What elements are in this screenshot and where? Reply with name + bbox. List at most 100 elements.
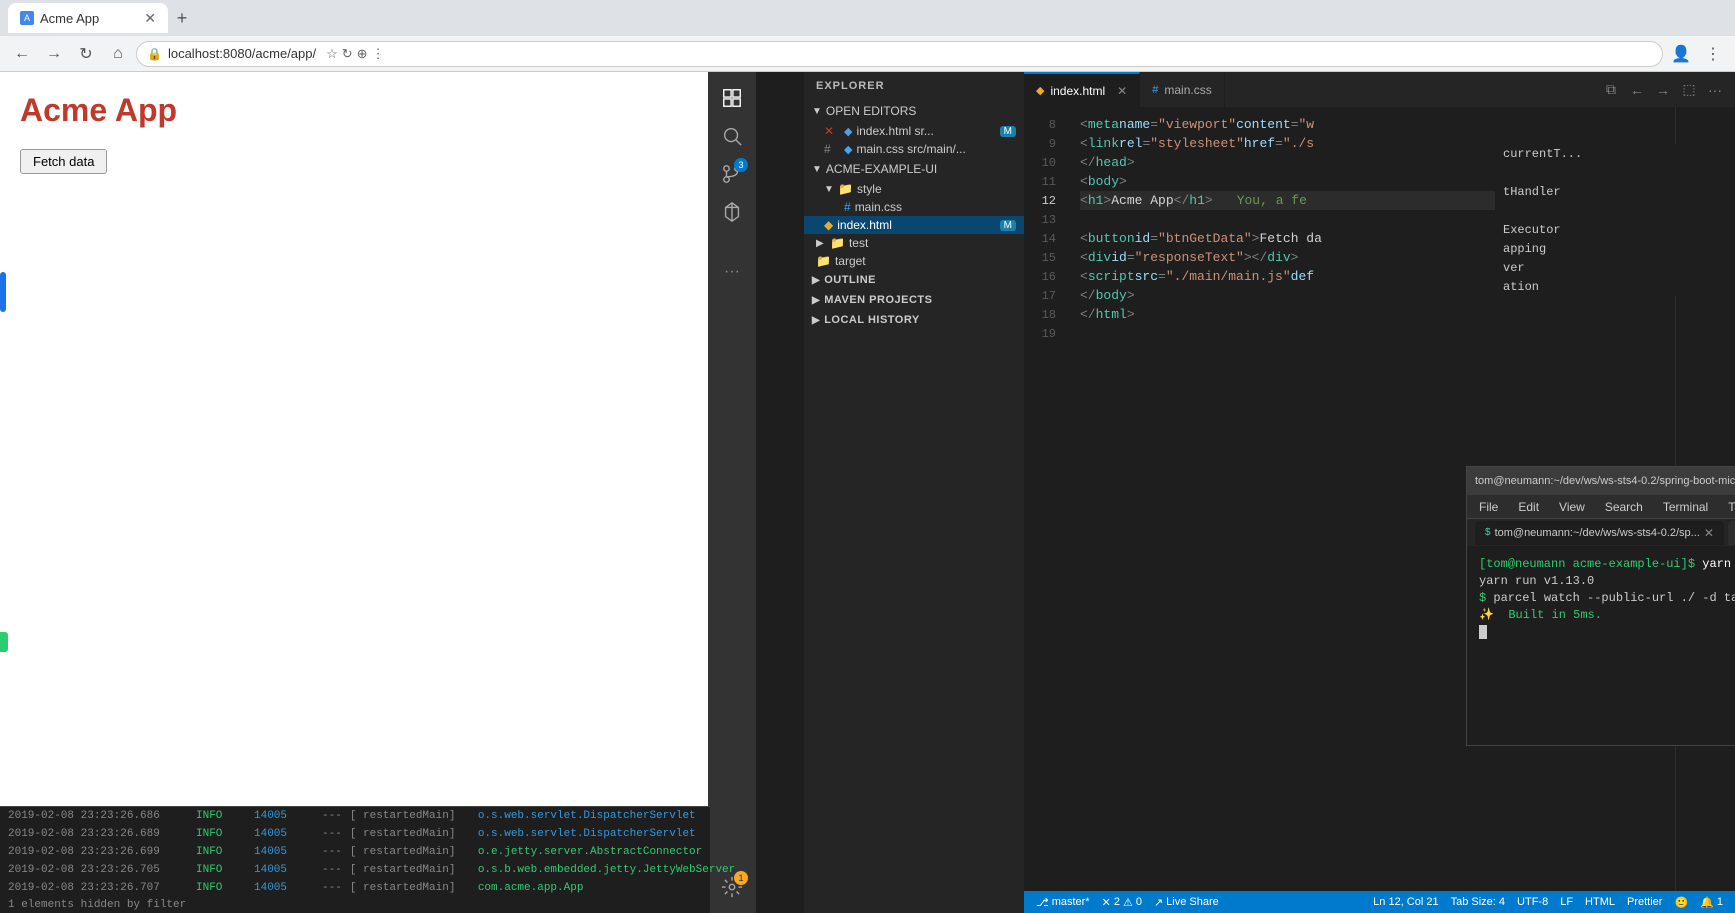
terminal-terminal-menu[interactable]: Terminal	[1659, 500, 1712, 514]
maven-section[interactable]: ▶ MAVEN PROJECTS	[804, 290, 1024, 310]
language-mode[interactable]: HTML	[1581, 896, 1619, 909]
menu-icon[interactable]: ⋮	[372, 46, 385, 62]
file-index-html[interactable]: ◆ index.html M	[804, 216, 1024, 234]
navigate-forward-icon[interactable]: →	[1651, 78, 1675, 102]
folder-name: test	[849, 236, 868, 250]
terminal-view-menu[interactable]: View	[1555, 500, 1589, 514]
new-tab-button[interactable]: +	[168, 4, 196, 32]
terminal-tab-close[interactable]: ✕	[1704, 526, 1714, 540]
open-file-main-css[interactable]: # ◆ main.css src/main/...	[804, 140, 1024, 158]
editor-tab-main-css[interactable]: # main.css	[1140, 72, 1224, 107]
log-thread: [ restartedMain]	[350, 882, 470, 894]
terminal-tab-label: tom@neumann:~/dev/ws/ws-sts4-0.2/sp...	[1495, 527, 1700, 539]
line-num-15: 15	[1024, 248, 1064, 267]
code-line-18: </html>	[1080, 305, 1675, 324]
refresh-icon[interactable]: ↻	[342, 46, 353, 62]
lock-icon: 🔒	[147, 47, 162, 61]
folder-icon: 📁	[838, 182, 853, 196]
split-horizontal-icon[interactable]: ⬚	[1677, 78, 1701, 102]
log-timestamp: 2019-02-08 23:23:26.707	[8, 882, 188, 894]
navigate-back-icon[interactable]: ←	[1625, 78, 1649, 102]
terminal-file-menu[interactable]: File	[1475, 500, 1502, 514]
smiley-icon[interactable]: 🙂	[1670, 896, 1692, 909]
editor-toolbar: ⧉ ← → ⬚ ···	[1599, 78, 1735, 102]
line-numbers: 8 9 10 11 12 13 14 15 16 17 18	[1024, 107, 1064, 891]
log-class: o.s.web.servlet.DispatcherServlet	[478, 828, 696, 840]
open-file-index-html[interactable]: ✕ ◆ index.html sr... M	[804, 122, 1024, 140]
terminal-edit-menu[interactable]: Edit	[1514, 500, 1543, 514]
log-timestamp: 2019-02-08 23:23:26.686	[8, 810, 188, 822]
address-bar[interactable]: 🔒 localhost:8080/acme/app/ ☆ ↻ ⊕ ⋮	[136, 41, 1663, 67]
branch-status[interactable]: ⎇ master*	[1032, 896, 1094, 909]
project-label: ACME-EXAMPLE-UI	[826, 162, 937, 176]
terminal-tab-2[interactable]: tom@neumann:~/dev/ws/ws-sts4-0.2/sp... ✕	[1728, 521, 1735, 545]
terminal-cursor	[1479, 625, 1487, 639]
split-editor-icon[interactable]: ⧉	[1599, 78, 1623, 102]
tab-close-icon[interactable]: ✕	[1117, 84, 1127, 98]
right-panel-text-5: Executor	[1495, 220, 1735, 239]
url-text: localhost:8080/acme/app/	[168, 46, 316, 61]
activity-more[interactable]: ···	[714, 254, 750, 290]
terminal-tab-1[interactable]: $ tom@neumann:~/dev/ws/ws-sts4-0.2/sp...…	[1475, 521, 1724, 545]
browser-viewport: Acme App Fetch data 2019-02-08 23:23:26.…	[0, 72, 710, 913]
bookmark-icon[interactable]: ☆	[326, 46, 338, 62]
home-button[interactable]: ⌂	[104, 40, 132, 68]
terminal-search-menu[interactable]: Search	[1601, 500, 1647, 514]
notifications[interactable]: 🔔 1	[1696, 896, 1727, 909]
line-num-16: 16	[1024, 267, 1064, 286]
reload-button[interactable]: ↻	[72, 40, 100, 68]
folder-style[interactable]: ▼ 📁 style	[804, 180, 1024, 198]
error-icon: ✕	[1102, 896, 1111, 909]
folder-test[interactable]: ▶ 📁 test	[804, 234, 1024, 252]
local-history-section[interactable]: ▶ LOCAL HISTORY	[804, 310, 1024, 330]
log-panel: 2019-02-08 23:23:26.686 INFO 14005 --- […	[0, 806, 710, 913]
folder-name: target	[835, 254, 866, 268]
fetch-data-button[interactable]: Fetch data	[20, 149, 107, 174]
activity-git[interactable]: 3	[714, 156, 750, 192]
activity-extensions[interactable]	[714, 194, 750, 230]
live-share-status[interactable]: ↗ Live Share	[1150, 896, 1223, 909]
outline-section[interactable]: ▶ OUTLINE	[804, 270, 1024, 290]
close-file-icon[interactable]: ✕	[824, 124, 840, 138]
activity-explorer[interactable]	[714, 80, 750, 116]
editor-tabs-bar: ◆ index.html ✕ # main.css ⧉ ←	[1024, 72, 1735, 107]
terminal-body[interactable]: [tom@neumann acme-example-ui]$ yarn watc…	[1467, 547, 1735, 745]
open-editors-list: ✕ ◆ index.html sr... M # ◆ main.css src/…	[804, 122, 1024, 158]
browser-chrome: A Acme App ✕ + ← → ↻ ⌂ 🔒 localhost:8080/…	[0, 0, 1735, 913]
errors-status[interactable]: ✕ 2 ⚠ 0	[1098, 896, 1146, 909]
menu-dots-icon[interactable]: ⋮	[1699, 40, 1727, 68]
more-actions-icon[interactable]: ···	[1703, 78, 1727, 102]
app-content: Acme App Fetch data	[0, 72, 709, 913]
warning-icon: ⚠	[1123, 896, 1133, 909]
log-level: INFO	[196, 810, 246, 822]
right-panel-text-7: ver	[1495, 258, 1735, 277]
log-line: 2019-02-08 23:23:26.686 INFO 14005 --- […	[0, 807, 710, 825]
formatter[interactable]: Prettier	[1623, 896, 1666, 909]
project-section[interactable]: ▼ ACME-EXAMPLE-UI	[804, 158, 1024, 180]
open-editors-label: OPEN EDITORS	[826, 104, 916, 118]
account-icon[interactable]: 👤	[1667, 40, 1695, 68]
tab-size[interactable]: Tab Size: 4	[1447, 896, 1509, 909]
forward-button[interactable]: →	[40, 40, 68, 68]
activity-search[interactable]	[714, 118, 750, 154]
error-count: 2	[1114, 896, 1120, 908]
folder-target[interactable]: 📁 target	[804, 252, 1024, 270]
editor-tab-index-html[interactable]: ◆ index.html ✕	[1024, 72, 1140, 107]
cursor-position[interactable]: Ln 12, Col 21	[1369, 896, 1442, 909]
tab-close-button[interactable]: ✕	[144, 10, 156, 27]
explorer-panel: EXPLORER ▼ OPEN EDITORS ✕ ◆ index.html s…	[804, 72, 1024, 913]
back-button[interactable]: ←	[8, 40, 36, 68]
line-ending[interactable]: LF	[1556, 896, 1577, 909]
local-history-label: LOCAL HISTORY	[824, 314, 920, 326]
log-level: INFO	[196, 846, 246, 858]
terminal-tabs-menu[interactable]: Tabs	[1724, 500, 1735, 514]
chevron-down-icon: ▼	[824, 184, 834, 195]
explorer-title: EXPLORER	[804, 72, 1024, 100]
log-pid: 14005	[254, 882, 314, 894]
extensions-icon[interactable]: ⊕	[357, 46, 368, 62]
browser-tab-active[interactable]: A Acme App ✕	[8, 3, 168, 33]
file-main-css[interactable]: # main.css	[804, 198, 1024, 216]
open-editors-section[interactable]: ▼ OPEN EDITORS	[804, 100, 1024, 122]
folder-icon: 📁	[830, 236, 845, 250]
encoding[interactable]: UTF-8	[1513, 896, 1552, 909]
